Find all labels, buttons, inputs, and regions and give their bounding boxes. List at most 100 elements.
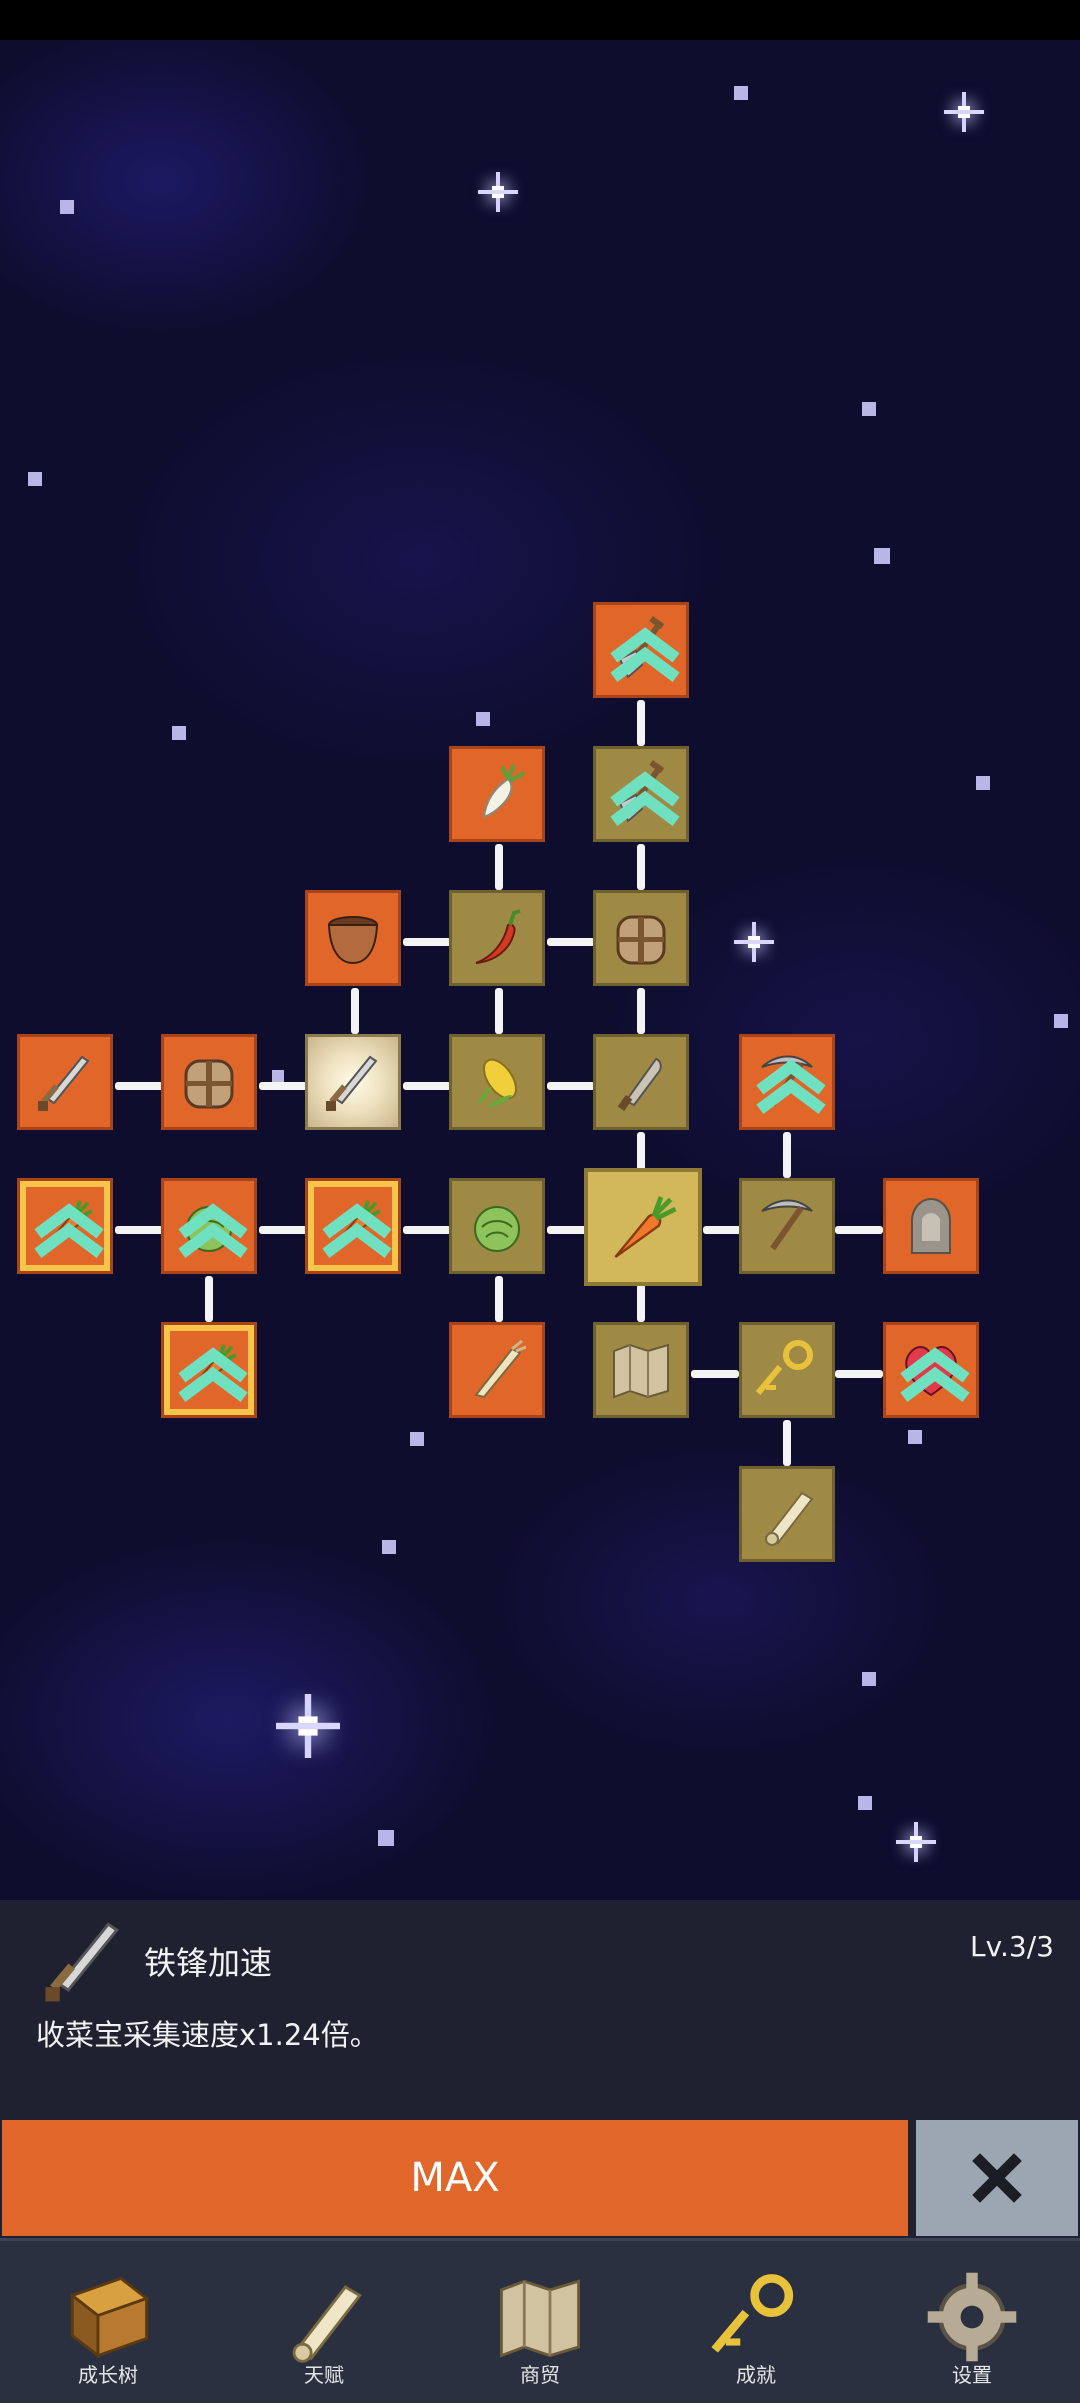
tab-settings[interactable]: 设置 xyxy=(864,2241,1080,2403)
skill-node-carrot-bottom[interactable] xyxy=(161,1322,257,1418)
skill-node-root[interactable] xyxy=(449,1322,545,1418)
skill-node-ghost[interactable] xyxy=(883,1178,979,1274)
tree-connector xyxy=(637,1132,645,1172)
skill-node-iron-sword[interactable] xyxy=(305,1034,401,1130)
star xyxy=(862,402,876,416)
close-button[interactable] xyxy=(916,2120,1078,2236)
skill-node-knife[interactable] xyxy=(593,1034,689,1130)
skill-node-map[interactable] xyxy=(593,1322,689,1418)
sword-icon xyxy=(30,1047,100,1117)
tree-connector xyxy=(205,1276,213,1322)
star xyxy=(382,1540,396,1554)
skill-level: Lv.3/3 xyxy=(970,1930,1054,1963)
tab-label: 设置 xyxy=(952,2363,992,2387)
tree-connector xyxy=(547,1226,587,1234)
star xyxy=(874,548,890,564)
upgrade-arrow-icon xyxy=(34,1195,104,1265)
scroll-icon xyxy=(752,1479,822,1549)
tree-connector xyxy=(637,700,645,746)
skill-node-cabbage-upgrade[interactable] xyxy=(161,1178,257,1274)
tree-connector xyxy=(259,1082,307,1090)
skill-node-backpack-2[interactable] xyxy=(161,1034,257,1130)
status-bar xyxy=(0,0,1080,40)
action-row: MAX xyxy=(0,2118,1080,2238)
tree-connector xyxy=(351,988,359,1034)
tab-trade[interactable]: 商贸 xyxy=(432,2241,648,2403)
tree-connector xyxy=(495,844,503,890)
radish-icon xyxy=(462,759,532,829)
skill-node-scroll[interactable] xyxy=(739,1466,835,1562)
tab-label: 天赋 xyxy=(304,2363,344,2387)
tree-connector xyxy=(783,1132,791,1178)
tab-label: 成长树 xyxy=(78,2363,138,2387)
skill-name: 铁锋加速 xyxy=(144,1944,273,1982)
skill-node-pot[interactable] xyxy=(305,890,401,986)
key-icon xyxy=(752,1335,822,1405)
star xyxy=(60,200,74,214)
tree-connector xyxy=(403,1082,451,1090)
scroll-icon xyxy=(274,2267,374,2367)
tree-connector xyxy=(547,1082,595,1090)
upgrade-arrow-icon xyxy=(178,1195,248,1265)
pot-icon xyxy=(318,903,388,973)
skill-node-shovel[interactable] xyxy=(593,746,689,842)
star xyxy=(976,776,990,790)
star xyxy=(272,1070,284,1082)
carrot-icon xyxy=(601,1185,685,1269)
tree-connector xyxy=(259,1226,307,1234)
tab-growth-tree[interactable]: 成长树 xyxy=(0,2241,216,2403)
skill-node-radish[interactable] xyxy=(449,746,545,842)
skill-node-sword[interactable] xyxy=(17,1034,113,1130)
twinkle-star xyxy=(896,1822,936,1862)
tree-connector xyxy=(637,844,645,890)
skill-node-cabbage[interactable] xyxy=(449,1178,545,1274)
iron-sword-icon xyxy=(34,1910,134,2010)
tree-connector xyxy=(547,938,595,946)
map-icon xyxy=(490,2267,590,2367)
book-icon xyxy=(58,2267,158,2367)
skill-node-shovel-upgrade[interactable] xyxy=(593,602,689,698)
skill-node-carrot-center[interactable] xyxy=(584,1168,702,1286)
bottom-nav: 成长树 天赋 商贸 成就 设置 xyxy=(0,2238,1080,2403)
backpack-icon xyxy=(174,1047,244,1117)
tab-label: 成就 xyxy=(736,2363,776,2387)
key-icon xyxy=(706,2267,806,2367)
map-icon xyxy=(606,1335,676,1405)
max-button[interactable]: MAX xyxy=(2,2120,908,2236)
tab-talent[interactable]: 天赋 xyxy=(216,2241,432,2403)
root-icon xyxy=(462,1335,532,1405)
tree-connector xyxy=(637,988,645,1034)
skill-node-corn[interactable] xyxy=(449,1034,545,1130)
star xyxy=(862,1672,876,1686)
tab-achievements[interactable]: 成就 xyxy=(648,2241,864,2403)
skill-node-key[interactable] xyxy=(739,1322,835,1418)
skill-node-carrot-left[interactable] xyxy=(17,1178,113,1274)
star xyxy=(858,1796,872,1810)
tree-connector xyxy=(495,988,503,1034)
skill-description: 收菜宝采集速度x1.24倍。 xyxy=(36,2018,379,2052)
skill-tree-canvas[interactable] xyxy=(0,40,1080,1900)
tree-connector xyxy=(403,938,451,946)
ghost-icon xyxy=(896,1191,966,1261)
twinkle-star xyxy=(944,92,984,132)
skill-node-backpack[interactable] xyxy=(593,890,689,986)
chili-icon xyxy=(462,903,532,973)
star xyxy=(908,1430,922,1444)
close-icon xyxy=(972,2153,1022,2203)
tab-label: 商贸 xyxy=(520,2363,560,2387)
skill-node-heart[interactable] xyxy=(883,1322,979,1418)
tree-connector xyxy=(835,1226,883,1234)
skill-node-chili[interactable] xyxy=(449,890,545,986)
upgrade-arrow-icon xyxy=(756,1051,826,1121)
pickaxe-icon xyxy=(752,1191,822,1261)
star xyxy=(476,712,490,726)
skill-node-pickaxe-upgrade[interactable] xyxy=(739,1034,835,1130)
backpack-icon xyxy=(606,903,676,973)
tree-connector xyxy=(495,1276,503,1322)
upgrade-arrow-icon xyxy=(178,1339,248,1409)
tree-connector xyxy=(703,1226,743,1234)
star xyxy=(172,726,186,740)
skill-node-pickaxe[interactable] xyxy=(739,1178,835,1274)
skill-node-carrot-mid[interactable] xyxy=(305,1178,401,1274)
iron-sword-icon xyxy=(318,1047,388,1117)
